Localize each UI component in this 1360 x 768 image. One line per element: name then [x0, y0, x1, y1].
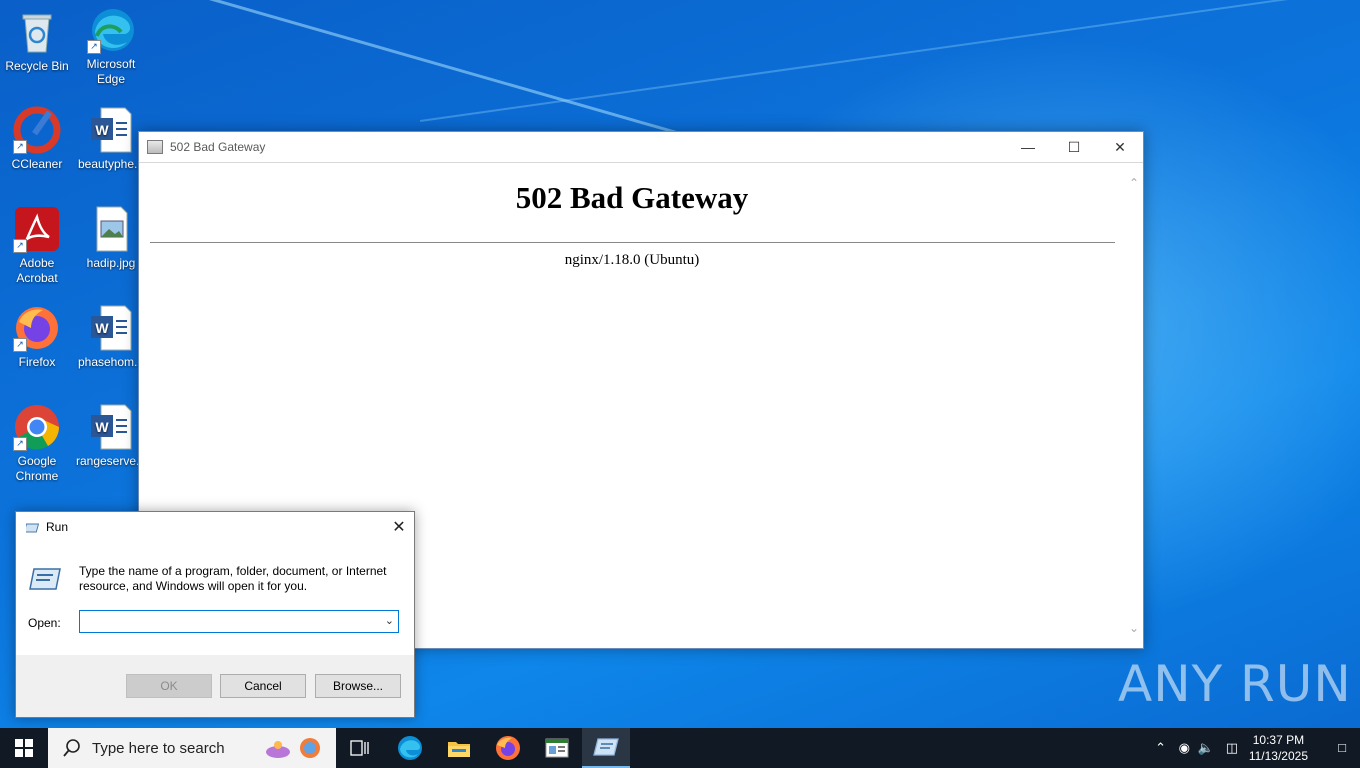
- desktop-icon-label: Google Chrome: [15, 454, 59, 483]
- vertical-scrollbar[interactable]: ⌃ ⌄: [1125, 163, 1143, 648]
- run-icon: [23, 521, 40, 533]
- open-label: Open:: [28, 616, 61, 630]
- desktop-icon-firefox[interactable]: ↗ Firefox: [0, 304, 74, 370]
- microsoft-edge-icon: [398, 736, 422, 760]
- desktop-icon-word-document[interactable]: W rangeserve...: [74, 403, 148, 469]
- taskbar-app-window[interactable]: [533, 728, 581, 768]
- clock-date: 11/13/2025: [1248, 749, 1308, 763]
- close-button[interactable]: ✕: [1097, 132, 1143, 162]
- desktop-icon-google-chrome[interactable]: ↗ Google Chrome: [0, 403, 74, 484]
- run-button-bar: OK Cancel Browse...: [16, 655, 414, 717]
- shortcut-arrow-icon: ↗: [13, 338, 27, 352]
- svg-text:W: W: [95, 122, 109, 138]
- desktop-icon-label: hadip.jpg: [86, 256, 136, 270]
- run-program-icon: [28, 567, 62, 591]
- window-title: 502 Bad Gateway: [170, 140, 266, 154]
- close-icon: ✕: [1114, 138, 1126, 155]
- network-icon[interactable]: ◫: [1226, 740, 1238, 756]
- wallpaper-beam: [420, 0, 1312, 122]
- speaker-icon[interactable]: 🔈: [1198, 740, 1214, 756]
- desktop-icon-microsoft-edge[interactable]: ↗ Microsoft Edge: [74, 6, 148, 87]
- run-title: Run: [46, 520, 69, 534]
- shortcut-arrow-icon: ↗: [13, 140, 27, 154]
- chevron-up-icon[interactable]: ⌃: [1155, 740, 1166, 756]
- minimize-icon: —: [1021, 139, 1035, 155]
- notifications-icon[interactable]: □: [1338, 740, 1346, 755]
- clock[interactable]: 10:37 PM 11/13/2025: [1249, 732, 1308, 764]
- desktop: Recycle Bin ↗ CCleaner ↗ Adobe Acrobat ↗…: [0, 0, 1360, 728]
- search-highlight-icon: [266, 738, 320, 758]
- google-chrome-icon: ↗: [13, 403, 61, 451]
- image-file-icon: [87, 205, 135, 253]
- scroll-down-icon[interactable]: ⌄: [1128, 622, 1140, 634]
- desktop-icon-label: phasehom...: [77, 355, 145, 369]
- firefox-icon: ↗: [13, 304, 61, 352]
- desktop-icon-label: Adobe Acrobat: [16, 256, 58, 285]
- window-titlebar[interactable]: 502 Bad Gateway — ☐ ✕: [139, 132, 1143, 163]
- desktop-icon-label: rangeserve...: [75, 454, 147, 468]
- run-dialog[interactable]: Run ✕ Type the name of a program, folder…: [15, 511, 415, 718]
- windows-logo-icon: [15, 739, 33, 757]
- maximize-button[interactable]: ☐: [1051, 132, 1097, 162]
- cancel-button[interactable]: Cancel: [220, 674, 306, 698]
- desktop-icon-label: beautyphe...: [77, 157, 145, 171]
- shortcut-arrow-icon: ↗: [13, 437, 27, 451]
- taskbar-file-explorer[interactable]: [435, 728, 483, 768]
- svg-text:W: W: [95, 419, 109, 435]
- server-version: nginx/1.18.0 (Ubuntu): [564, 252, 700, 268]
- app-window-icon: [545, 738, 569, 758]
- search-icon: [63, 739, 80, 757]
- meet-now-icon[interactable]: ◉: [1179, 740, 1190, 756]
- run-icon: [593, 738, 619, 756]
- ok-button[interactable]: OK: [126, 674, 212, 698]
- taskbar-edge[interactable]: [386, 728, 434, 768]
- taskbar: Type here to search ⌃ ◉ 🔈 ◫ 10:37 PM 11/…: [0, 728, 1360, 768]
- run-description: Type the name of a program, folder, docu…: [79, 564, 387, 593]
- clock-time: 10:37 PM: [1252, 733, 1305, 747]
- desktop-icon-recycle-bin[interactable]: Recycle Bin: [0, 8, 74, 74]
- maximize-icon: ☐: [1067, 138, 1081, 155]
- minimize-button[interactable]: —: [1005, 132, 1051, 162]
- start-button[interactable]: [0, 728, 48, 768]
- browse-button[interactable]: Browse...: [315, 674, 401, 698]
- shortcut-arrow-icon: ↗: [13, 239, 27, 253]
- taskbar-search[interactable]: Type here to search: [48, 728, 336, 768]
- desktop-icon-label: CCleaner: [11, 157, 63, 171]
- desktop-icon-word-document[interactable]: W phasehom...: [74, 304, 148, 370]
- desktop-icon-label: Recycle Bin: [5, 59, 69, 73]
- microsoft-edge-icon: ↗: [87, 6, 135, 54]
- recycle-bin-icon: [13, 8, 61, 56]
- taskbar-run[interactable]: [582, 728, 630, 768]
- desktop-icon-ccleaner[interactable]: ↗ CCleaner: [0, 106, 74, 172]
- task-view-button[interactable]: [336, 728, 384, 768]
- svg-text:W: W: [95, 320, 109, 336]
- error-heading: 502 Bad Gateway: [515, 180, 749, 215]
- chevron-down-icon[interactable]: ⌄: [385, 614, 394, 627]
- word-document-icon: W: [87, 106, 135, 154]
- desktop-icon-label: Microsoft Edge: [86, 57, 136, 86]
- adobe-acrobat-icon: ↗: [13, 205, 61, 253]
- taskbar-firefox[interactable]: [484, 728, 532, 768]
- divider: [150, 242, 1115, 243]
- anyrun-watermark: ANY RUN: [1118, 655, 1352, 713]
- firefox-icon: [496, 736, 520, 760]
- word-document-icon: W: [87, 304, 135, 352]
- search-placeholder: Type here to search: [92, 739, 225, 757]
- task-view-icon: [350, 740, 369, 756]
- open-combobox[interactable]: ⌄: [79, 610, 399, 633]
- ccleaner-icon: ↗: [13, 106, 61, 154]
- run-titlebar[interactable]: Run ✕: [16, 512, 414, 542]
- desktop-icon-word-document[interactable]: W beautyphe...: [74, 106, 148, 172]
- desktop-icon-image-file[interactable]: hadip.jpg: [74, 205, 148, 271]
- desktop-icon-label: Firefox: [18, 355, 56, 369]
- scroll-up-icon[interactable]: ⌃: [1128, 177, 1140, 189]
- desktop-icon-adobe-acrobat[interactable]: ↗ Adobe Acrobat: [0, 205, 74, 286]
- close-icon[interactable]: ✕: [384, 517, 414, 537]
- shortcut-arrow-icon: ↗: [87, 40, 101, 54]
- folder-icon: [448, 742, 470, 757]
- app-window-icon: [147, 140, 163, 154]
- word-document-icon: W: [87, 403, 135, 451]
